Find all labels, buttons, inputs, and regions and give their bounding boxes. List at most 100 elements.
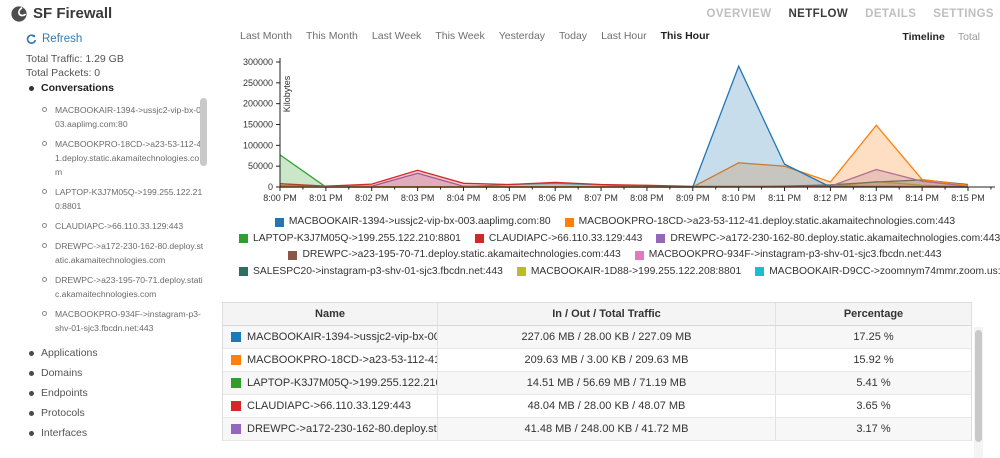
table-cell-traffic: 41.48 MB / 248.00 KB / 41.72 MB xyxy=(438,418,776,440)
table-cell-percentage: 15.92 % xyxy=(776,349,971,371)
nav-tab-settings[interactable]: SETTINGS xyxy=(933,8,994,20)
legend-row: DREWPC->a23-195-70-71.deploy.static.akam… xyxy=(232,247,998,264)
sidebar-item-interfaces[interactable]: Interfaces xyxy=(0,423,208,443)
legend-label: DREWPC->a23-195-70-71.deploy.static.akam… xyxy=(302,247,620,263)
row-swatch-icon xyxy=(231,401,241,411)
nav-tab-overview[interactable]: OVERVIEW xyxy=(706,8,771,20)
conversation-item[interactable]: MACBOOKPRO-934F->instagram-p3-shv-01-sjc… xyxy=(0,304,208,338)
chart-svg: 0500001000001500002000002500003000008:00… xyxy=(232,54,998,212)
chart-axis-label: 8:10 PM xyxy=(722,193,756,203)
bullet-icon xyxy=(29,431,34,436)
conversation-item[interactable]: MACBOOKAIR-1394->ussjc2-vip-bx-003.aapli… xyxy=(0,100,208,134)
chart-axis-label: 8:03 PM xyxy=(401,193,435,203)
table-row[interactable]: DREWPC->a172-230-162-80.deploy.sta...41.… xyxy=(223,418,971,441)
conversation-label: DREWPC->a23-195-70-71.deploy.static.akam… xyxy=(55,275,203,299)
conversation-item[interactable]: MACBOOKPRO-18CD->a23-53-112-41.deploy.st… xyxy=(0,134,208,182)
conversation-item[interactable]: LAPTOP-K3J7M05Q->199.255.122.210:8801 xyxy=(0,182,208,216)
sidebar-scrollbar-thumb[interactable] xyxy=(200,98,207,166)
conversation-item[interactable]: DREWPC->a172-230-162-80.deploy.static.ak… xyxy=(0,236,208,270)
table-cell-name: CLAUDIAPC->66.110.33.129:443 xyxy=(223,395,438,417)
chart-legend: MACBOOKAIR-1394->ussjc2-vip-bx-003.aapli… xyxy=(232,214,998,280)
sidebar-item-applications[interactable]: Applications xyxy=(0,343,208,363)
tree-root-label: Conversations xyxy=(41,82,114,94)
table-cell-name: MACBOOKAIR-1394->ussjc2-vip-bx-00... xyxy=(223,326,438,348)
chart-axis-label: 8:09 PM xyxy=(676,193,710,203)
sidebar-item-endpoints[interactable]: Endpoints xyxy=(0,383,208,403)
refresh-button[interactable]: Refresh xyxy=(26,33,82,45)
sidebar-item-label: Endpoints xyxy=(41,387,88,399)
nav-tab-details[interactable]: DETAILS xyxy=(865,8,916,20)
sidebar-item-domains[interactable]: Domains xyxy=(0,363,208,383)
range-tab-last-month[interactable]: Last Month xyxy=(240,30,292,42)
conversation-item[interactable]: DREWPC->a23-195-70-71.deploy.static.akam… xyxy=(0,270,208,304)
row-name-label: MACBOOKAIR-1394->ussjc2-vip-bx-00... xyxy=(247,331,438,343)
row-name-label: MACBOOKPRO-18CD->a23-53-112-41.... xyxy=(247,354,438,366)
tree-node-conversations[interactable]: Conversations xyxy=(0,82,208,94)
legend-item[interactable]: CLAUDIAPC->66.110.33.129:443 xyxy=(475,231,643,247)
bullet-icon xyxy=(29,351,34,356)
bullet-icon xyxy=(29,371,34,376)
table-row[interactable]: MACBOOKPRO-18CD->a23-53-112-41....209.63… xyxy=(223,349,971,372)
sidebar-item-label: Protocols xyxy=(41,407,85,419)
column-header-percentage[interactable]: Percentage xyxy=(776,303,971,325)
table-row[interactable]: CLAUDIAPC->66.110.33.129:44348.04 MB / 2… xyxy=(223,395,971,418)
view-tab-timeline[interactable]: Timeline xyxy=(902,31,944,43)
range-tab-yesterday[interactable]: Yesterday xyxy=(499,30,545,42)
nav-tab-netflow[interactable]: NETFLOW xyxy=(788,8,848,20)
conversation-item[interactable]: CLAUDIAPC->66.110.33.129:443 xyxy=(0,216,208,236)
range-tab-today[interactable]: Today xyxy=(559,30,587,42)
column-header-name[interactable]: Name xyxy=(223,303,438,325)
table-body: MACBOOKAIR-1394->ussjc2-vip-bx-00...227.… xyxy=(223,326,971,441)
sidebar-sections: ApplicationsDomains Endpoints Protocols Int… xyxy=(0,343,208,443)
table-cell-traffic: 209.63 MB / 3.00 KB / 209.63 MB xyxy=(438,349,776,371)
row-name-label: LAPTOP-K3J7M05Q->199.255.122.210:... xyxy=(247,377,438,389)
view-tab-total[interactable]: Total xyxy=(958,31,980,43)
legend-item[interactable]: DREWPC->a172-230-162-80.deploy.static.ak… xyxy=(656,231,1000,247)
sidebar-item-protocols[interactable]: Protocols xyxy=(0,403,208,423)
sidebar-item-label: Interfaces xyxy=(41,427,87,439)
header-nav: OVERVIEW NETFLOW DETAILS SETTINGS xyxy=(706,8,994,20)
conversation-label: MACBOOKPRO-18CD->a23-53-112-41.deploy.st… xyxy=(55,139,201,177)
chart-axis-label: 0 xyxy=(268,182,273,192)
legend-item[interactable]: MACBOOKPRO-18CD->a23-53-112-41.deploy.st… xyxy=(565,214,956,230)
legend-item[interactable]: MACBOOKPRO-934F->instagram-p3-shv-01-sjc… xyxy=(635,247,942,263)
range-tab-last-hour[interactable]: Last Hour xyxy=(601,30,647,42)
legend-item[interactable]: MACBOOKAIR-1394->ussjc2-vip-bx-003.aapli… xyxy=(275,214,551,230)
legend-item[interactable]: DREWPC->a23-195-70-71.deploy.static.akam… xyxy=(288,247,620,263)
legend-item[interactable]: SALESPC20->instagram-p3-shv-01-sjc3.fbcd… xyxy=(239,264,503,280)
legend-label: LAPTOP-K3J7M05Q->199.255.122.210:8801 xyxy=(253,231,461,247)
bullet-icon xyxy=(29,86,34,91)
row-swatch-icon xyxy=(231,378,241,388)
table-scrollbar-thumb[interactable] xyxy=(975,330,982,442)
range-tab-this-month[interactable]: This Month xyxy=(306,30,358,42)
header: SF Firewall OVERVIEWNETFLOWDETAILSSETTIN… xyxy=(0,0,1000,28)
circle-bullet-icon xyxy=(42,243,47,248)
row-name-label: CLAUDIAPC->66.110.33.129:443 xyxy=(247,400,411,412)
chart-axis-label: 8:11 PM xyxy=(768,193,801,203)
bullet-icon xyxy=(29,391,34,396)
legend-item[interactable]: LAPTOP-K3J7M05Q->199.255.122.210:8801 xyxy=(239,231,461,247)
refresh-icon xyxy=(26,34,37,45)
row-swatch-icon xyxy=(231,355,241,365)
page: SF Firewall OVERVIEWNETFLOWDETAILSSETTIN… xyxy=(0,0,1000,458)
table-row[interactable]: LAPTOP-K3J7M05Q->199.255.122.210:...14.5… xyxy=(223,372,971,395)
legend-label: SALESPC20->instagram-p3-shv-01-sjc3.fbcd… xyxy=(253,264,503,280)
chart-axis-label: 8:01 PM xyxy=(309,193,343,203)
range-tab-last-week[interactable]: Last Week xyxy=(372,30,421,42)
legend-item[interactable]: MACBOOKAIR-D9CC->zoomnym74mmr.zoom.us:88… xyxy=(755,264,1000,280)
sidebar-tree: Conversations MACBOOKAIR-1394->ussjc2-vi… xyxy=(0,82,208,443)
legend-label: DREWPC->a172-230-162-80.deploy.static.ak… xyxy=(670,231,1000,247)
circle-bullet-icon xyxy=(42,141,47,146)
legend-label: MACBOOKAIR-1D88->199.255.122.208:8801 xyxy=(531,264,741,280)
table-row[interactable]: MACBOOKAIR-1394->ussjc2-vip-bx-00...227.… xyxy=(223,326,971,349)
legend-item[interactable]: MACBOOKAIR-1D88->199.255.122.208:8801 xyxy=(517,264,741,280)
time-range-tabs: Last Month This Month Last Week This Week Ye… xyxy=(240,30,710,42)
column-header-traffic[interactable]: In / Out / Total Traffic xyxy=(438,303,776,325)
range-tab-this-week[interactable]: This Week xyxy=(435,30,484,42)
chart-axis-label: 250000 xyxy=(243,78,273,88)
circle-bullet-icon xyxy=(42,107,47,112)
totals: Total Traffic: 1.29 GB Total Packets: 0 xyxy=(26,52,124,80)
range-tab-this-hour[interactable]: This Hour xyxy=(661,30,710,42)
legend-swatch-icon xyxy=(239,234,248,243)
legend-row: SALESPC20->instagram-p3-shv-01-sjc3.fbcd… xyxy=(232,264,998,281)
